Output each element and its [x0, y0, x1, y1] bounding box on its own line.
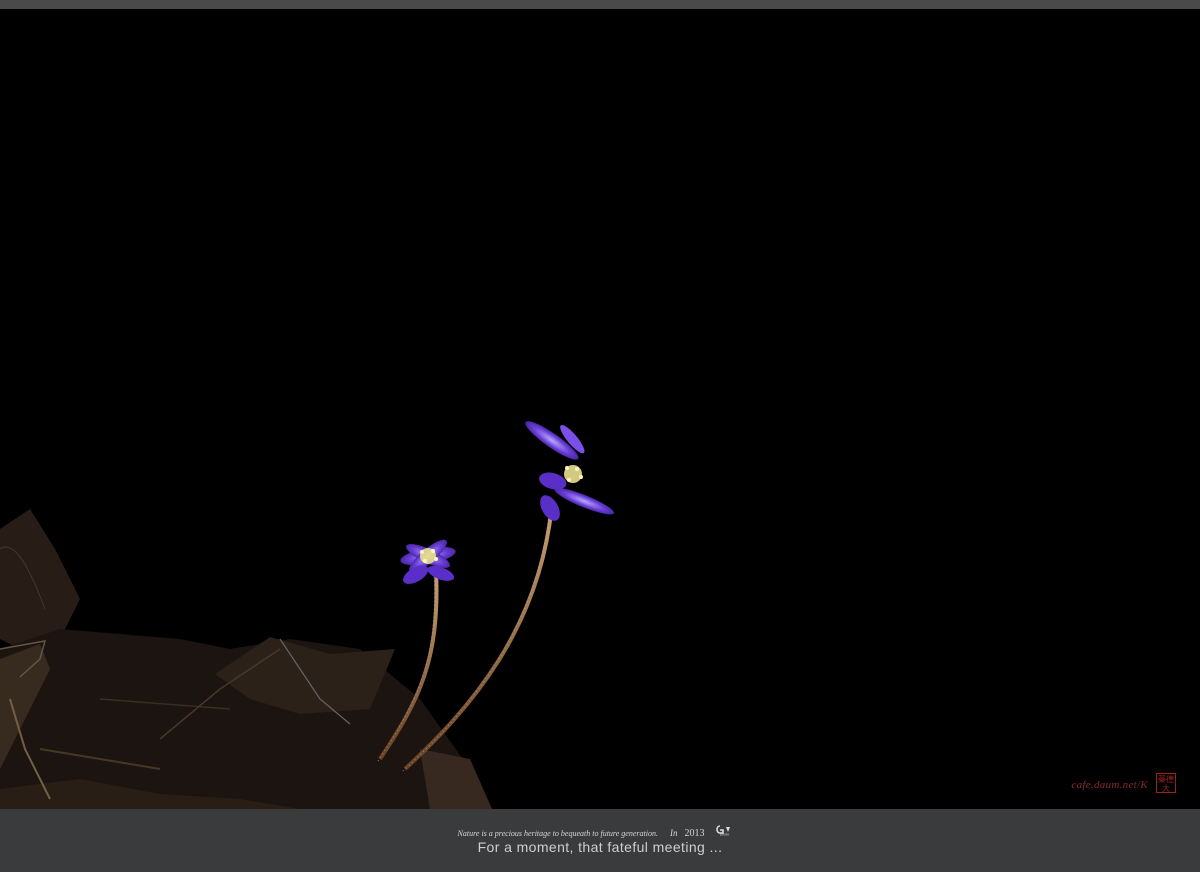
photo-illustration	[0, 421, 614, 809]
image-frame: cafe.daum.net/K 藥德大 Nature is a precious…	[0, 0, 1200, 872]
photo-caption: For a moment, that fateful meeting ...	[477, 839, 723, 855]
right-flower	[525, 421, 614, 521]
top-border	[0, 0, 1200, 9]
year-prefix: In	[669, 828, 678, 838]
flower-photo: cafe.daum.net/K 藥德大	[0, 9, 1200, 809]
caption-bar: Nature is a precious heritage to bequeat…	[0, 809, 1200, 872]
motto-text: Nature is a precious heritage to bequeat…	[457, 829, 658, 838]
seal-stamp: 藥德大	[1156, 773, 1176, 793]
watermark-text: cafe.daum.net/K	[1071, 779, 1148, 791]
year-text: 2013	[684, 828, 705, 839]
left-flower	[400, 539, 456, 584]
svg-text:photo: photo	[719, 832, 729, 837]
